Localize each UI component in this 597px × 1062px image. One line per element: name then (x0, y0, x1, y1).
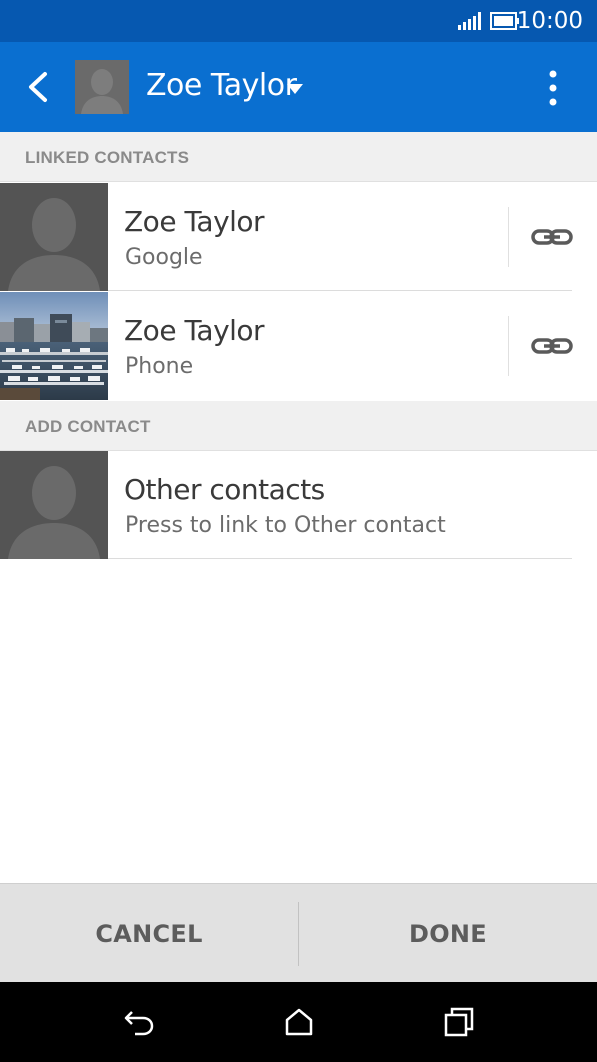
done-button[interactable]: DONE (299, 884, 597, 984)
system-nav-bar (0, 982, 597, 1062)
section-label: LINKED CONTACTS (25, 148, 190, 167)
contact-source: Google (125, 245, 203, 270)
contact-photo (0, 292, 108, 400)
other-contacts-title: Other contacts (124, 473, 325, 506)
link-icon[interactable] (530, 332, 574, 360)
contact-title[interactable]: Zoe Taylor (146, 68, 297, 103)
contact-thumbnail (0, 183, 108, 291)
clock: 10:00 (516, 8, 583, 34)
divider (108, 290, 572, 291)
contact-name: Zoe Taylor (124, 314, 265, 347)
divider (508, 207, 509, 267)
linked-contact-row[interactable]: Zoe Taylor Google (0, 183, 597, 291)
linked-contact-row[interactable]: Zoe Taylor Phone (0, 292, 597, 400)
marina-photo (0, 292, 108, 400)
contact-name: Zoe Taylor (124, 205, 265, 238)
action-bar: CANCEL DONE (0, 883, 597, 983)
app-bar: Zoe Taylor (0, 42, 597, 132)
signal-icon (458, 12, 481, 30)
back-icon[interactable] (18, 66, 60, 108)
overflow-menu-icon[interactable] (540, 68, 566, 108)
linked-contacts-header: LINKED CONTACTS (0, 132, 597, 182)
home-icon[interactable] (283, 1006, 315, 1038)
add-contact-header: ADD CONTACT (0, 401, 597, 451)
recent-apps-icon[interactable] (443, 1006, 475, 1038)
contact-thumbnail (0, 451, 108, 559)
person-silhouette-icon (75, 60, 129, 114)
status-bar: 10:00 (0, 0, 597, 42)
other-contacts-row[interactable]: Other contacts Press to link to Other co… (0, 451, 597, 559)
cancel-button[interactable]: CANCEL (0, 884, 298, 984)
person-silhouette-icon (0, 451, 108, 559)
person-silhouette-icon (0, 183, 108, 291)
link-icon[interactable] (530, 223, 574, 251)
battery-icon (490, 12, 519, 30)
divider (108, 558, 572, 559)
divider (508, 316, 509, 376)
section-label: ADD CONTACT (25, 417, 151, 436)
contact-avatar (75, 60, 129, 114)
back-nav-icon[interactable] (123, 1006, 155, 1038)
other-contacts-subtitle: Press to link to Other contact (125, 513, 446, 538)
contact-source: Phone (125, 354, 194, 379)
caret-down-icon[interactable] (287, 84, 303, 94)
